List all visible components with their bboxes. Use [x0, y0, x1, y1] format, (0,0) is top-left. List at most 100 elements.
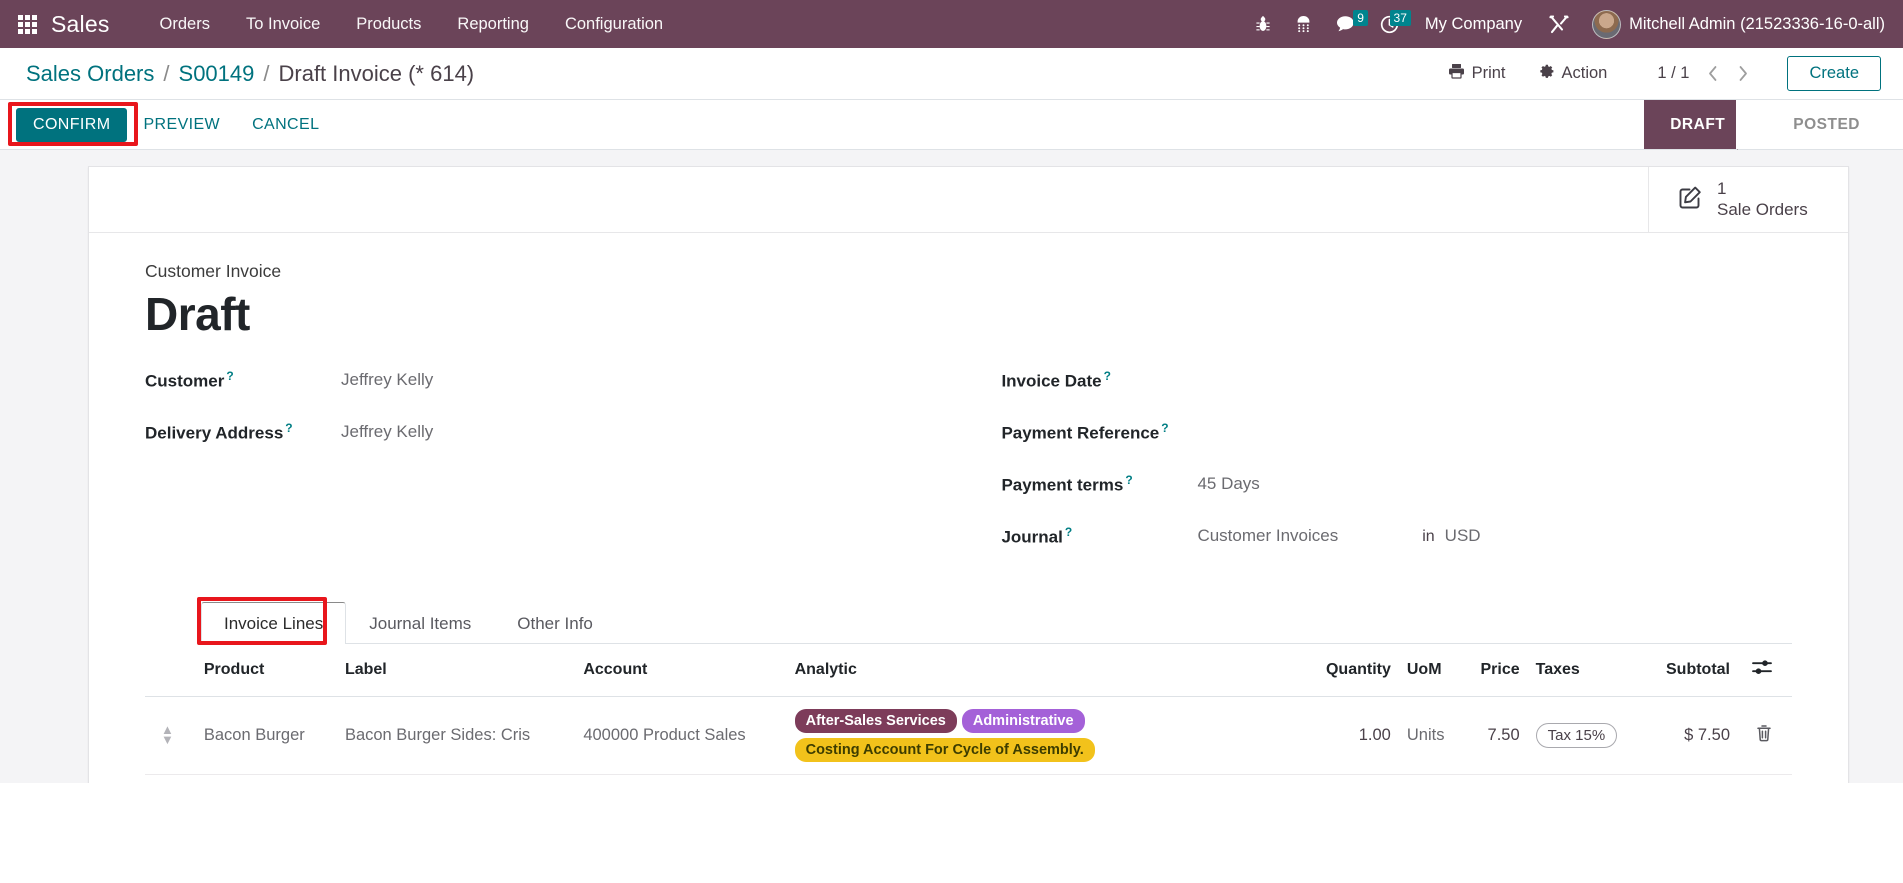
pager-next-icon[interactable] [1728, 62, 1759, 85]
column-subtotal[interactable]: Subtotal [1643, 643, 1738, 697]
form-subtitle: Customer Invoice [145, 261, 282, 281]
top-navbar: Sales Orders To Invoice Products Reporti… [0, 0, 1903, 48]
cell-taxes[interactable]: Tax 15% [1527, 696, 1644, 776]
cell-analytic[interactable]: After-Sales Services Administrative Cost… [786, 696, 1304, 776]
bug-icon[interactable] [1243, 11, 1283, 37]
breadcrumb-item-sales-orders[interactable]: Sales Orders [26, 61, 154, 87]
help-icon[interactable]: ? [1161, 421, 1168, 435]
tab-other-info[interactable]: Other Info [494, 602, 616, 644]
apps-grid-icon[interactable] [18, 14, 37, 34]
menu-item-configuration[interactable]: Configuration [547, 9, 681, 40]
column-taxes[interactable]: Taxes [1527, 643, 1644, 697]
help-icon[interactable]: ? [285, 421, 292, 435]
add-row: Add a line Add a section Add a note [145, 774, 1792, 783]
column-account[interactable]: Account [575, 643, 787, 697]
help-icon[interactable]: ? [226, 369, 233, 383]
pager-value: 1 / 1 [1657, 64, 1690, 82]
cell-delete [1738, 696, 1792, 776]
field-delivery-address-value[interactable]: Jeffrey Kelly [341, 421, 433, 442]
tools-icon[interactable] [1536, 10, 1582, 39]
gear-icon [1538, 63, 1555, 85]
column-product[interactable]: Product [181, 643, 337, 697]
column-price[interactable]: Price [1462, 643, 1528, 697]
field-payment-terms-value[interactable]: 45 Days [1197, 473, 1259, 494]
tax-tag[interactable]: Tax 15% [1535, 722, 1618, 748]
action-button[interactable]: Action [1522, 57, 1624, 91]
cell-product[interactable]: Bacon Burger [181, 696, 337, 776]
notebook: Invoice Lines Journal Items Other Info P… [145, 596, 1792, 783]
column-options-icon[interactable] [1752, 660, 1772, 680]
invoice-lines-table: Product Label Account Analytic Quantity … [145, 643, 1792, 783]
column-uom[interactable]: UoM [1398, 643, 1463, 697]
dialpad-icon[interactable] [1283, 11, 1324, 38]
messages-icon[interactable]: 9 [1324, 10, 1368, 37]
confirm-button[interactable]: CONFIRM [16, 107, 128, 142]
cancel-button[interactable]: CANCEL [236, 109, 335, 141]
drag-handle-icon[interactable]: ▲ ▼ [145, 696, 182, 776]
breadcrumb-separator: / [163, 60, 170, 86]
field-delivery-address: Delivery Address? Jeffrey Kelly [145, 419, 971, 471]
menu-item-orders[interactable]: Orders [142, 9, 228, 40]
company-switcher[interactable]: My Company [1411, 9, 1536, 40]
create-button[interactable]: Create [1787, 56, 1881, 91]
field-journal-label: Journal? [1001, 524, 1073, 547]
app-brand-sales[interactable]: Sales [51, 11, 110, 38]
activities-clock-icon[interactable]: 37 [1368, 9, 1411, 38]
analytic-tag-list: After-Sales Services Administrative Cost… [794, 708, 1215, 762]
cell-quantity[interactable]: 1.00 [1303, 696, 1399, 776]
user-menu[interactable]: Mitchell Admin (21523336-16-0-all) [1582, 8, 1889, 41]
field-customer: Customer? Jeffrey Kelly [145, 367, 971, 419]
table-row[interactable]: ▲ ▼ Bacon Burger Bacon Burger Sides: Cris… [145, 696, 1792, 776]
smart-button-label: Sale Orders [1717, 199, 1808, 219]
analytic-tag[interactable]: Administrative [961, 708, 1085, 733]
control-panel: Sales Orders / S00149 / Draft Invoice (*… [0, 48, 1903, 100]
field-currency-value[interactable]: USD [1445, 526, 1481, 546]
form-sheet: 1 Sale Orders Customer Invoice Draft Cus… [88, 166, 1849, 783]
cell-label[interactable]: Bacon Burger Sides: Cris [336, 696, 576, 776]
statusbar-buttons: CONFIRM PREVIEW CANCEL [16, 107, 335, 142]
page-title: Draft [145, 288, 250, 340]
analytic-tag[interactable]: After-Sales Services [794, 708, 957, 733]
column-options [1738, 643, 1792, 697]
status-stage-draft[interactable]: DRAFT [1644, 100, 1761, 150]
trash-icon[interactable] [1752, 725, 1772, 746]
tab-journal-items[interactable]: Journal Items [346, 602, 494, 644]
field-payment-reference-label: Payment Reference? [1001, 420, 1169, 443]
preview-button[interactable]: PREVIEW [127, 109, 236, 141]
cell-uom[interactable]: Units [1398, 696, 1463, 776]
column-label[interactable]: Label [336, 643, 576, 697]
help-icon[interactable]: ? [1104, 369, 1111, 383]
cell-account[interactable]: 400000 Product Sales [575, 696, 787, 776]
breadcrumb-separator: / [263, 60, 270, 86]
control-panel-actions: Print Action 1 / 1 Create [1432, 56, 1881, 91]
column-quantity[interactable]: Quantity [1303, 643, 1399, 697]
column-analytic[interactable]: Analytic [786, 643, 1304, 697]
field-invoice-date-label: Invoice Date? [1001, 368, 1111, 391]
analytic-tag[interactable]: Costing Account For Cycle of Assembly. [794, 737, 1095, 762]
field-customer-label: Customer? [145, 368, 234, 391]
status-stage-posted[interactable]: POSTED [1759, 100, 1886, 149]
print-button[interactable]: Print [1432, 57, 1522, 90]
printer-icon [1448, 63, 1465, 84]
status-stages: DRAFT POSTED [1644, 100, 1886, 150]
smart-button-count: 1 [1717, 179, 1727, 199]
form-column-left: Customer? Jeffrey Kelly Delivery Address… [145, 367, 1001, 575]
field-invoice-date-value[interactable] [1197, 369, 1377, 389]
menu-item-to-invoice[interactable]: To Invoice [228, 9, 338, 40]
pager-previous-icon[interactable] [1697, 62, 1728, 85]
field-payment-reference-value[interactable] [1197, 421, 1377, 441]
help-icon[interactable]: ? [1065, 525, 1072, 539]
field-journal-value[interactable]: Customer Invoices [1197, 525, 1338, 546]
menu-item-products[interactable]: Products [338, 9, 439, 40]
cell-price[interactable]: 7.50 [1462, 696, 1528, 776]
field-payment-reference: Payment Reference? [1001, 419, 1792, 471]
notebook-tabs: Invoice Lines Journal Items Other Info [201, 601, 1792, 644]
smart-button-sale-orders[interactable]: 1 Sale Orders [1648, 167, 1848, 232]
print-label: Print [1471, 64, 1506, 82]
field-customer-value[interactable]: Jeffrey Kelly [341, 369, 433, 390]
tab-invoice-lines[interactable]: Invoice Lines [201, 601, 347, 644]
form-area: Customer Invoice Draft Customer? Jeffrey… [89, 233, 1848, 783]
breadcrumb-item-order[interactable]: S00149 [179, 61, 255, 87]
help-icon[interactable]: ? [1125, 473, 1132, 487]
menu-item-reporting[interactable]: Reporting [439, 9, 547, 40]
